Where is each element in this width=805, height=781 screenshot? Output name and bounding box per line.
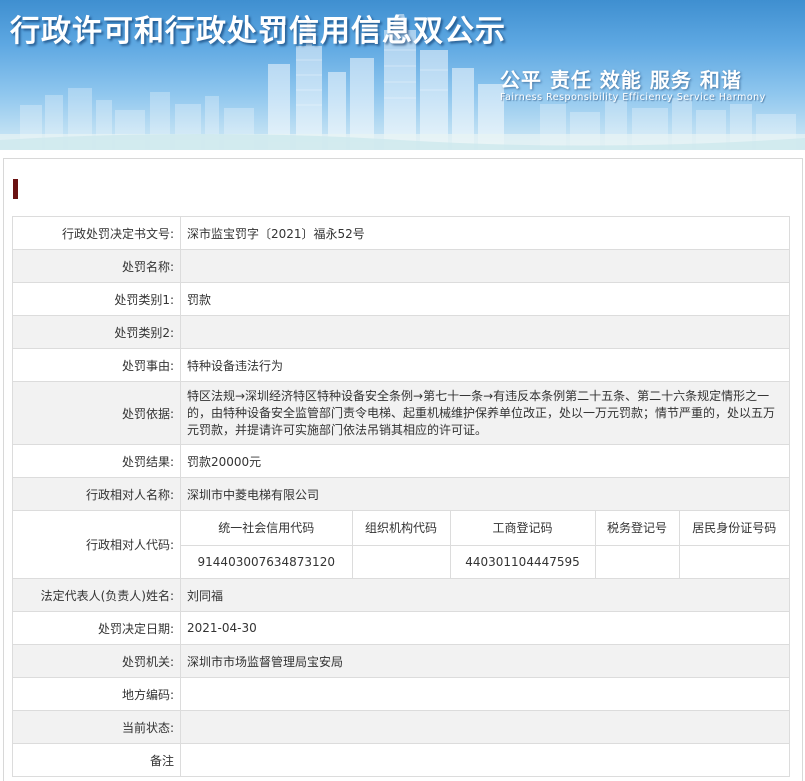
value-penalty-name: [180, 249, 790, 283]
value-tax-reg-number: [595, 545, 680, 578]
label-authority: 处罚机关:: [12, 644, 181, 678]
value-doc-number: 深市监宝罚字〔2021〕福永52号: [180, 216, 790, 250]
row-remarks: 备注: [12, 743, 790, 777]
row-penalty-name: 处罚名称:: [12, 249, 790, 283]
value-region-code: [180, 677, 790, 711]
row-decision-date: 处罚决定日期: 2021-04-30: [12, 611, 790, 645]
row-category-1: 处罚类别1: 罚款: [12, 282, 790, 316]
value-authority: 深圳市市场监督管理局宝安局: [180, 644, 790, 678]
row-status: 当前状态:: [12, 710, 790, 744]
header-org-code: 组织机构代码: [352, 511, 451, 546]
header-id-number: 居民身份证号码: [679, 511, 789, 546]
header-credit-code: 统一社会信用代码: [181, 511, 353, 546]
row-category-2: 处罚类别2:: [12, 315, 790, 349]
row-result: 处罚结果: 罚款20000元: [12, 444, 790, 478]
row-authority: 处罚机关: 深圳市市场监督管理局宝安局: [12, 644, 790, 678]
label-remarks: 备注: [12, 743, 181, 777]
label-reason: 处罚事由:: [12, 348, 181, 382]
banner-title: 行政许可和行政处罚信用信息双公示: [10, 14, 506, 49]
value-category-2: [180, 315, 790, 349]
label-party-name: 行政相对人名称:: [12, 477, 181, 511]
header-tax-reg-number: 税务登记号: [595, 511, 680, 546]
row-region-code: 地方编码:: [12, 677, 790, 711]
row-party-name: 行政相对人名称: 深圳市中菱电梯有限公司: [12, 477, 790, 511]
label-basis: 处罚依据:: [12, 381, 181, 445]
row-legal-rep: 法定代表人(负责人)姓名: 刘同福: [12, 578, 790, 612]
party-codes-cell: 统一社会信用代码 组织机构代码 工商登记码 税务登记号 居民身份证号码 9144…: [180, 510, 790, 579]
label-legal-rep: 法定代表人(负责人)姓名:: [12, 578, 181, 612]
header-business-reg-code: 工商登记码: [450, 511, 596, 546]
value-org-code: [352, 545, 451, 578]
codes-header-row: 统一社会信用代码 组织机构代码 工商登记码 税务登记号 居民身份证号码: [181, 511, 789, 546]
value-result: 罚款20000元: [180, 444, 790, 478]
value-legal-rep: 刘同福: [180, 578, 790, 612]
row-reason: 处罚事由: 特种设备违法行为: [12, 348, 790, 382]
label-region-code: 地方编码:: [12, 677, 181, 711]
penalty-record-table: 行政处罚决定书文号: 深市监宝罚字〔2021〕福永52号 处罚名称: 处罚类别1…: [12, 216, 790, 777]
label-category-2: 处罚类别2:: [12, 315, 181, 349]
row-party-codes: 行政相对人代码: 统一社会信用代码 组织机构代码 工商登记码 税务登记号 居民身…: [12, 510, 790, 579]
label-status: 当前状态:: [12, 710, 181, 744]
row-basis: 处罚依据: 特区法规→深圳经济特区特种设备安全条例→第七十一条→有违反本条例第二…: [12, 381, 790, 445]
value-decision-date: 2021-04-30: [180, 611, 790, 645]
value-status: [180, 710, 790, 744]
value-basis: 特区法规→深圳经济特区特种设备安全条例→第七十一条→有违反本条例第二十五条、第二…: [180, 381, 790, 445]
value-id-number: [679, 545, 789, 578]
label-party-code: 行政相对人代码:: [12, 510, 181, 579]
value-remarks: [180, 743, 790, 777]
codes-value-row: 914403007634873120 440301104447595: [181, 545, 789, 578]
header-banner: 行政许可和行政处罚信用信息双公示 公平 责任 效能 服务 和谐 Fairness…: [0, 0, 805, 150]
label-result: 处罚结果:: [12, 444, 181, 478]
value-credit-code: 914403007634873120: [181, 545, 353, 578]
value-business-reg-code: 440301104447595: [450, 545, 596, 578]
label-penalty-name: 处罚名称:: [12, 249, 181, 283]
value-category-1: 罚款: [180, 282, 790, 316]
value-party-name: 深圳市中菱电梯有限公司: [180, 477, 790, 511]
record-panel: 行政处罚决定书文号: 深市监宝罚字〔2021〕福永52号 处罚名称: 处罚类别1…: [3, 158, 803, 781]
party-codes-table: 统一社会信用代码 组织机构代码 工商登记码 税务登记号 居民身份证号码 9144…: [181, 511, 789, 578]
value-reason: 特种设备违法行为: [180, 348, 790, 382]
label-doc-number: 行政处罚决定书文号:: [12, 216, 181, 250]
label-decision-date: 处罚决定日期:: [12, 611, 181, 645]
banner-slogan-english: Fairness Responsibility Efficiency Servi…: [500, 92, 766, 103]
section-marker: [13, 179, 18, 199]
banner-slogan: 公平 责任 效能 服务 和谐: [500, 68, 742, 92]
row-doc-number: 行政处罚决定书文号: 深市监宝罚字〔2021〕福永52号: [12, 216, 790, 250]
label-category-1: 处罚类别1:: [12, 282, 181, 316]
